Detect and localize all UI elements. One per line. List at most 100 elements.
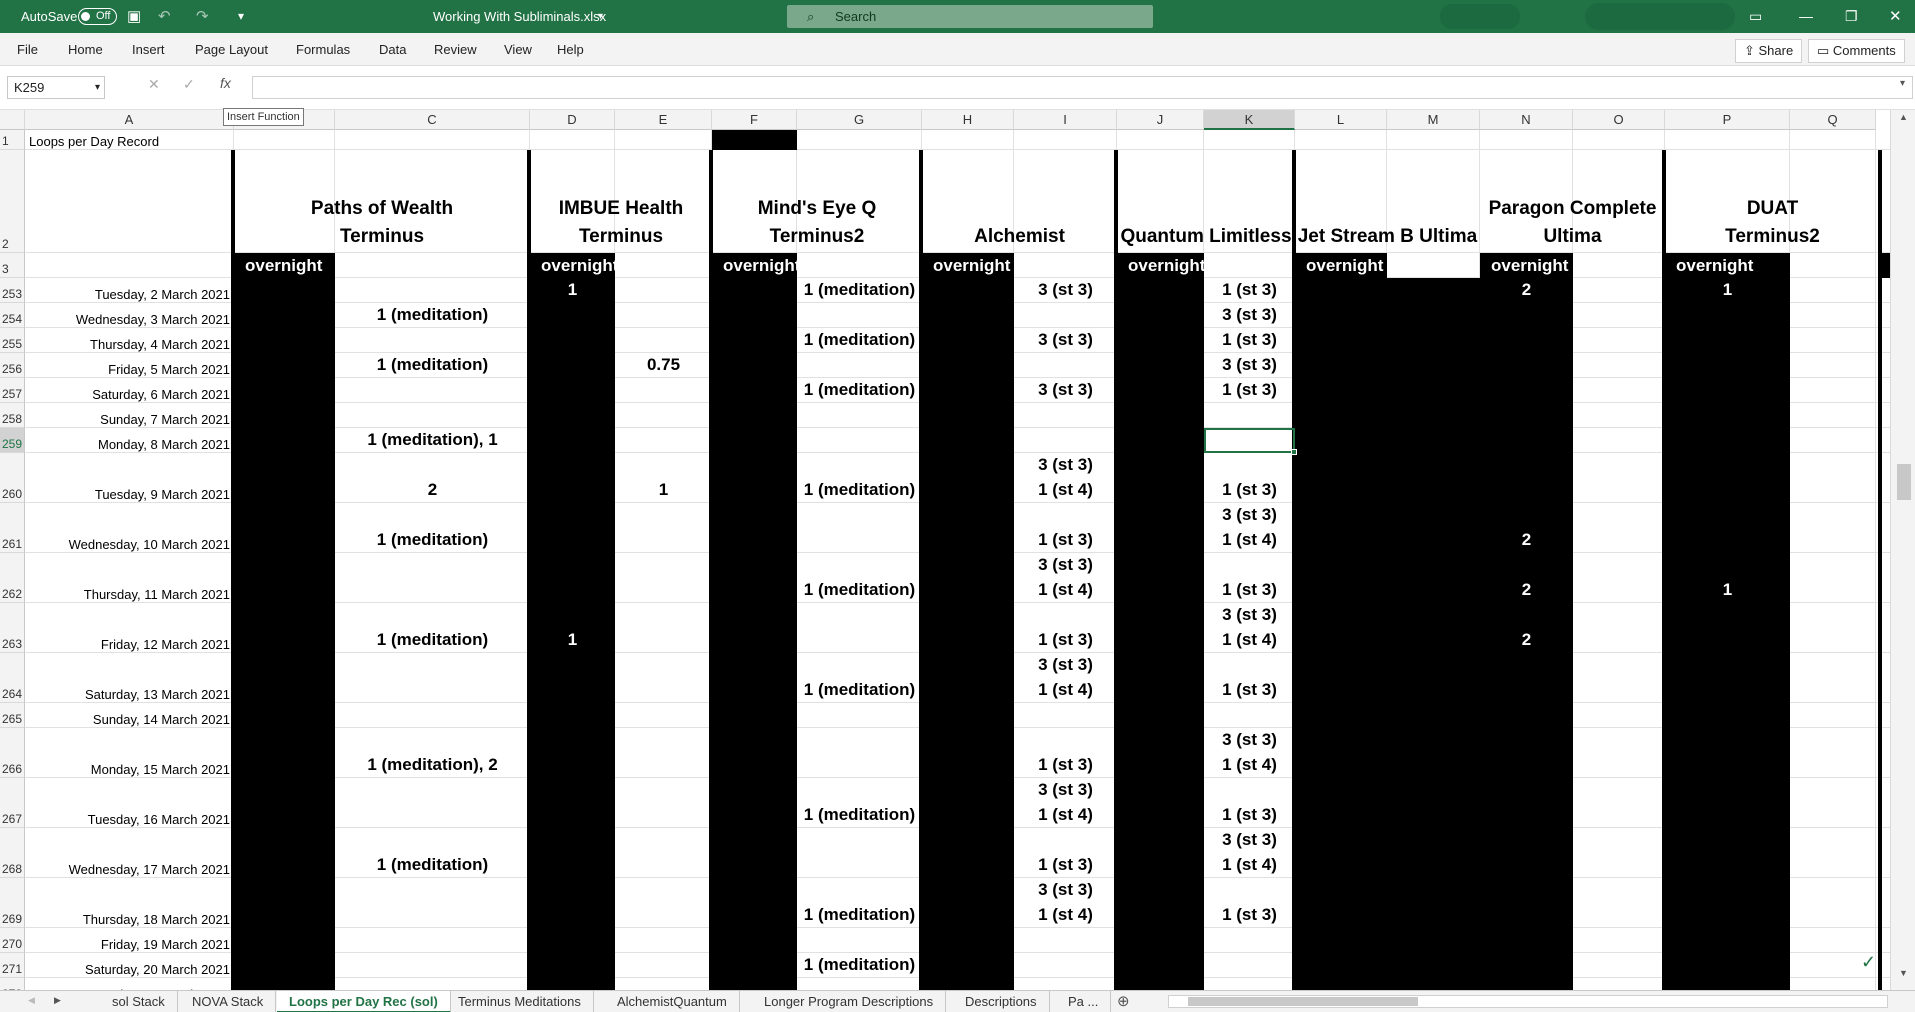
sheet-tab[interactable]: Terminus Meditations — [446, 991, 594, 1012]
row-header[interactable]: 262 — [0, 553, 25, 603]
data-cell-g[interactable]: 1 (meditation) — [797, 328, 922, 353]
sheet-tab[interactable]: AlchemistQuantum — [605, 991, 740, 1012]
sheet-tab[interactable]: Loops per Day Rec (sol) — [277, 991, 451, 1012]
data-cell-e[interactable]: 0.75 — [615, 353, 712, 378]
row-header[interactable]: 263 — [0, 603, 25, 653]
row-header[interactable]: 258 — [0, 403, 25, 428]
column-header-l[interactable]: L — [1295, 110, 1387, 130]
date-cell[interactable]: Monday, 15 March 2021 — [25, 728, 234, 778]
data-cell-n[interactable]: 2 — [1480, 503, 1573, 553]
data-cell-i[interactable]: 1 (st 3) — [1014, 728, 1117, 778]
column-header-h[interactable]: H — [922, 110, 1014, 130]
row-header[interactable]: 265 — [0, 703, 25, 728]
date-cell[interactable]: Thursday, 18 March 2021 — [25, 878, 234, 928]
save-icon[interactable]: ▣ — [127, 0, 141, 33]
data-cell-k[interactable]: 3 (st 3) 1 (st 4) — [1204, 503, 1295, 553]
expand-formula-icon[interactable]: ▾ — [1900, 78, 1905, 89]
data-cell-i[interactable]: 1 (st 3) — [1014, 603, 1117, 653]
data-cell-c[interactable]: 1 (meditation), 1 — [335, 428, 530, 453]
data-cell-k[interactable]: 3 (st 3) 1 (st 4) — [1204, 828, 1295, 878]
data-cell-c[interactable]: 1 (meditation) — [335, 603, 530, 653]
row-header[interactable]: 253 — [0, 278, 25, 303]
column-header-e[interactable]: E — [615, 110, 712, 130]
sheet-tab[interactable]: Pa ... — [1056, 991, 1112, 1012]
vertical-scrollbar[interactable]: ▲ ▼ ✓ — [1861, 110, 1915, 990]
tab-next-icon[interactable]: ▶ — [54, 995, 61, 1006]
column-header-a[interactable]: A — [25, 110, 234, 130]
row-header[interactable]: 272 — [0, 978, 25, 990]
share-button[interactable]: ⇪ Share — [1735, 39, 1803, 63]
sheet-tab[interactable]: Longer Program Descriptions — [752, 991, 947, 1012]
comments-button[interactable]: ▭ Comments — [1808, 39, 1905, 63]
menu-review[interactable]: Review — [434, 33, 477, 66]
data-cell-k[interactable]: 1 (st 3) — [1204, 453, 1295, 503]
cell-a1[interactable]: Loops per Day Record — [29, 130, 229, 150]
column-header-p[interactable]: P — [1665, 110, 1790, 130]
date-cell[interactable]: Tuesday, 9 March 2021 — [25, 453, 234, 503]
ribbon-display-icon[interactable]: ▭ — [1749, 0, 1762, 33]
undo-icon[interactable]: ↶ — [158, 0, 171, 33]
cancel-icon[interactable]: ✕ — [148, 76, 160, 93]
date-cell[interactable]: Wednesday, 3 March 2021 — [25, 303, 234, 328]
data-cell-k[interactable]: 1 (st 3) — [1204, 553, 1295, 603]
insert-function-icon[interactable]: fx — [220, 75, 231, 91]
sheet-tab[interactable]: Descriptions — [953, 991, 1050, 1012]
data-cell-n[interactable]: 2 — [1480, 603, 1573, 653]
redo-icon[interactable]: ↷ — [196, 0, 209, 33]
data-cell-g[interactable]: 1 (meditation) — [797, 553, 922, 603]
data-cell-d[interactable]: 1 — [530, 603, 615, 653]
data-cell-k[interactable]: 1 (st 3) — [1204, 378, 1295, 403]
menu-insert[interactable]: Insert — [132, 33, 165, 66]
data-cell-i[interactable]: 3 (st 3) — [1014, 378, 1117, 403]
data-cell-k[interactable]: 3 (st 3) — [1204, 353, 1295, 378]
data-cell-i[interactable]: 3 (st 3) 1 (st 4) — [1014, 653, 1117, 703]
sheet-tab[interactable]: NOVA Stack — [180, 991, 277, 1012]
data-cell-g[interactable]: 1 (meditation) — [797, 378, 922, 403]
search-box[interactable]: ⌕ Search — [787, 5, 1153, 28]
menu-home[interactable]: Home — [68, 33, 103, 66]
name-box[interactable]: K259 ▾ — [7, 76, 105, 99]
menu-file[interactable]: File — [17, 33, 38, 66]
column-header-i[interactable]: I — [1014, 110, 1117, 130]
data-cell-i[interactable]: 3 (st 3) 1 (st 4) — [1014, 553, 1117, 603]
row-header[interactable]: 259 — [0, 428, 25, 453]
data-cell-k[interactable]: 3 (st 3) 1 (st 4) — [1204, 603, 1295, 653]
column-header-j[interactable]: J — [1117, 110, 1204, 130]
data-cell-n[interactable]: 2 — [1480, 278, 1573, 303]
data-cell-g[interactable]: 1 (meditation) — [797, 778, 922, 828]
data-cell-i[interactable]: 3 (st 3) — [1014, 278, 1117, 303]
data-cell-i[interactable]: 3 (st 3) 1 (st 4) — [1014, 878, 1117, 928]
column-header-g[interactable]: G — [797, 110, 922, 130]
date-cell[interactable]: Sunday, 21 March 2021 — [25, 978, 234, 990]
data-cell-c[interactable]: 1 (meditation) — [335, 353, 530, 378]
data-cell-g[interactable]: 1 (meditation) — [797, 878, 922, 928]
row-header[interactable]: 261 — [0, 503, 25, 553]
row-header[interactable]: 266 — [0, 728, 25, 778]
date-cell[interactable]: Thursday, 4 March 2021 — [25, 328, 234, 353]
data-cell-c[interactable]: 1 (meditation) — [335, 828, 530, 878]
data-cell-p[interactable]: 1 — [1665, 553, 1790, 603]
data-cell-k[interactable]: 1 (st 3) — [1204, 328, 1295, 353]
column-header-c[interactable]: C — [335, 110, 530, 130]
title-dropdown-icon[interactable]: ▾ — [598, 0, 603, 33]
column-header-d[interactable]: D — [530, 110, 615, 130]
data-cell-d[interactable]: 1 — [530, 278, 615, 303]
restore-icon[interactable]: ❐ — [1845, 0, 1858, 33]
date-cell[interactable]: Friday, 12 March 2021 — [25, 603, 234, 653]
date-cell[interactable]: Tuesday, 16 March 2021 — [25, 778, 234, 828]
date-cell[interactable]: Saturday, 13 March 2021 — [25, 653, 234, 703]
date-cell[interactable]: Sunday, 14 March 2021 — [25, 703, 234, 728]
menu-page-layout[interactable]: Page Layout — [195, 33, 268, 66]
select-all-corner[interactable] — [0, 110, 25, 130]
account-area[interactable] — [1440, 4, 1520, 29]
menu-data[interactable]: Data — [379, 33, 406, 66]
date-cell[interactable]: Thursday, 11 March 2021 — [25, 553, 234, 603]
data-cell-c[interactable]: 1 (meditation) — [335, 503, 530, 553]
scroll-down-icon[interactable]: ▼ — [1899, 968, 1908, 978]
row-header[interactable]: 271 — [0, 953, 25, 978]
column-header-q[interactable]: Q — [1790, 110, 1876, 130]
add-sheet-icon[interactable]: ⊕ — [1117, 992, 1130, 1010]
row-header[interactable]: 1 — [0, 130, 25, 150]
row-header[interactable]: 256 — [0, 353, 25, 378]
date-cell[interactable]: Friday, 5 March 2021 — [25, 353, 234, 378]
